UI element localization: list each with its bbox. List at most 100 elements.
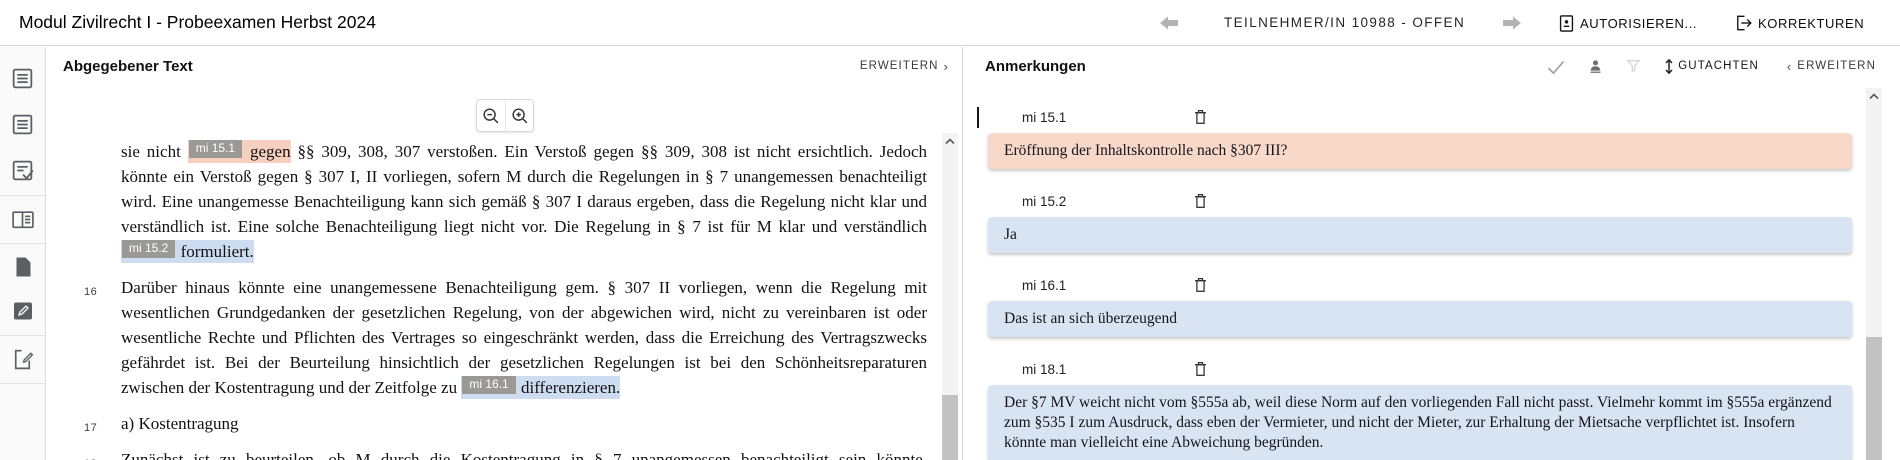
delete-annotation-button[interactable] bbox=[1194, 109, 1207, 125]
annotation-marker-tag[interactable]: mi 16.1 bbox=[462, 376, 515, 394]
zoom-out-button[interactable] bbox=[477, 100, 505, 131]
annotation-row: mi 15.2 Ja bbox=[988, 193, 1852, 253]
sidebar-item-page-edit[interactable] bbox=[0, 337, 45, 381]
right-panel-scrollbar[interactable] bbox=[1866, 88, 1882, 460]
trash-icon bbox=[1194, 361, 1207, 377]
delete-annotation-button[interactable] bbox=[1194, 277, 1207, 293]
sidebar-divider bbox=[0, 383, 45, 384]
zoom-controls bbox=[476, 99, 534, 132]
zoom-in-button[interactable] bbox=[505, 100, 533, 131]
scroll-up-button[interactable] bbox=[1866, 88, 1882, 104]
highlighted-text: mi 16.1 differenzieren. bbox=[461, 376, 620, 399]
text-cursor bbox=[977, 107, 979, 128]
next-participant-button[interactable] bbox=[1502, 16, 1521, 30]
author-filter-button[interactable] bbox=[1587, 57, 1604, 75]
annotation-row: mi 16.1 Das ist an sich überzeugend bbox=[988, 277, 1852, 337]
chevron-left-icon: ‹ bbox=[1787, 59, 1792, 74]
annotation-marker-tag[interactable]: mi 15.2 bbox=[122, 240, 175, 258]
text-paragraph: 17a) Kostentragung bbox=[121, 411, 927, 436]
box-arrow-icon bbox=[1735, 13, 1754, 33]
sidebar-divider bbox=[0, 335, 45, 336]
arrow-right-icon bbox=[1502, 16, 1521, 30]
delete-annotation-button[interactable] bbox=[1194, 193, 1207, 209]
note-edit-icon bbox=[11, 299, 35, 323]
trash-icon bbox=[1194, 193, 1207, 209]
resolve-all-button[interactable] bbox=[1546, 58, 1566, 75]
corrections-label: KORREKTUREN bbox=[1758, 16, 1864, 31]
sidebar-item-document-lines-2[interactable] bbox=[0, 102, 45, 146]
gutachten-label: GUTACHTEN bbox=[1678, 60, 1759, 72]
sidebar bbox=[0, 47, 46, 460]
expand-left-panel-button[interactable]: ERWEITERN › bbox=[860, 59, 949, 74]
annotation-row-header: mi 16.1 bbox=[988, 277, 1852, 294]
annotations-toolbar: GUTACHTEN ‹ ERWEITERN bbox=[1546, 57, 1890, 75]
app-header: Modul Zivilrecht I - Probeexamen Herbst … bbox=[0, 0, 1900, 46]
annotation-box[interactable]: Ja bbox=[988, 217, 1852, 253]
magnifier-plus-icon bbox=[510, 106, 530, 126]
document-lines-icon bbox=[10, 66, 35, 91]
text-paragraph: 18Zunächst ist zu beurteilen, ob M durch… bbox=[121, 447, 927, 460]
right-panel: Anmerkungen bbox=[966, 47, 1900, 460]
left-panel: Abgegebener Text ERWEITERN › sie nicht m… bbox=[47, 47, 959, 460]
sidebar-divider bbox=[0, 195, 45, 196]
sidebar-item-document-lines-1[interactable] bbox=[0, 56, 45, 100]
line-number: 18 bbox=[84, 452, 97, 460]
annotation-row-header: mi 18.1 bbox=[988, 361, 1852, 378]
scrollbar-thumb[interactable] bbox=[942, 395, 958, 460]
highlighted-text: mi 15.2 formuliert. bbox=[121, 240, 254, 263]
funnel-icon bbox=[1625, 57, 1642, 75]
prev-participant-button[interactable] bbox=[1160, 16, 1179, 30]
annotation-box[interactable]: Der §7 MV weicht nicht vom §555a ab, wei… bbox=[988, 385, 1852, 460]
arrow-left-icon bbox=[1160, 16, 1179, 30]
panel-title-submitted-text: Abgegebener Text bbox=[63, 58, 193, 75]
expand-label: ERWEITERN bbox=[1797, 60, 1876, 72]
annotation-marker-tag[interactable]: mi 15.1 bbox=[189, 140, 242, 158]
authorize-label: AUTORISIEREN... bbox=[1580, 16, 1697, 31]
chevron-up-icon bbox=[945, 138, 955, 145]
left-panel-scrollbar[interactable] bbox=[942, 133, 958, 460]
person-icon bbox=[1587, 57, 1604, 75]
left-panel-header: Abgegebener Text ERWEITERN › bbox=[47, 47, 959, 85]
annotation-id: mi 15.2 bbox=[1022, 194, 1066, 209]
right-panel-header: Anmerkungen bbox=[966, 47, 1900, 85]
filter-button[interactable] bbox=[1625, 57, 1642, 75]
book-compare-icon bbox=[10, 207, 36, 232]
annotation-id: mi 16.1 bbox=[1022, 278, 1066, 293]
sidebar-item-page-solid[interactable] bbox=[0, 245, 45, 289]
annotation-row-header: mi 15.2 bbox=[988, 193, 1852, 210]
annotations-list: mi 15.1 Eröffnung der Inhaltskontrolle na… bbox=[966, 85, 1900, 460]
text-paragraph: 16Darüber hinaus könnte eine unangemesse… bbox=[121, 275, 927, 400]
document-lines-icon bbox=[10, 112, 35, 137]
line-number: 16 bbox=[84, 280, 97, 305]
annotation-row: mi 18.1 Der §7 MV weicht nicht vom §555a … bbox=[988, 361, 1852, 460]
expand-label: ERWEITERN bbox=[860, 60, 939, 72]
chevron-up-icon bbox=[1869, 93, 1879, 100]
scroll-up-button[interactable] bbox=[942, 133, 958, 149]
document-check-icon bbox=[10, 158, 35, 183]
sidebar-item-document-check[interactable] bbox=[0, 148, 45, 192]
annotation-id: mi 15.1 bbox=[1022, 110, 1066, 125]
check-icon bbox=[1546, 58, 1566, 75]
sidebar-divider bbox=[0, 243, 45, 244]
annotation-box[interactable]: Eröffnung der Inhaltskontrolle nach §307… bbox=[988, 133, 1852, 169]
user-card-icon bbox=[1557, 13, 1576, 34]
sidebar-item-book-compare[interactable] bbox=[0, 197, 45, 241]
expand-right-panel-button[interactable]: ‹ ERWEITERN bbox=[1787, 59, 1876, 74]
delete-annotation-button[interactable] bbox=[1194, 361, 1207, 377]
text-paragraph: sie nicht mi 15.1 gegen §§ 309, 308, 307… bbox=[121, 139, 927, 264]
authorize-button[interactable]: AUTORISIEREN... bbox=[1557, 13, 1697, 34]
panel-divider bbox=[962, 47, 963, 460]
line-number: 17 bbox=[84, 416, 97, 441]
annotation-box[interactable]: Das ist an sich überzeugend bbox=[988, 301, 1852, 337]
corrections-button[interactable]: KORREKTUREN bbox=[1735, 13, 1864, 33]
chevron-right-icon: › bbox=[944, 59, 949, 74]
gutachten-button[interactable]: GUTACHTEN bbox=[1663, 58, 1759, 75]
sidebar-item-note-edit[interactable] bbox=[0, 289, 45, 333]
participant-status: TEILNEHMER/IN 10988 - OFFEN bbox=[1224, 15, 1465, 30]
scrollbar-thumb[interactable] bbox=[1866, 337, 1882, 460]
annotation-id: mi 18.1 bbox=[1022, 362, 1066, 377]
highlighted-text: mi 15.1 gegen bbox=[188, 140, 291, 163]
trash-icon bbox=[1194, 109, 1207, 125]
page-edit-icon bbox=[10, 347, 35, 372]
annotation-row: mi 15.1 Eröffnung der Inhaltskontrolle na… bbox=[988, 109, 1852, 169]
